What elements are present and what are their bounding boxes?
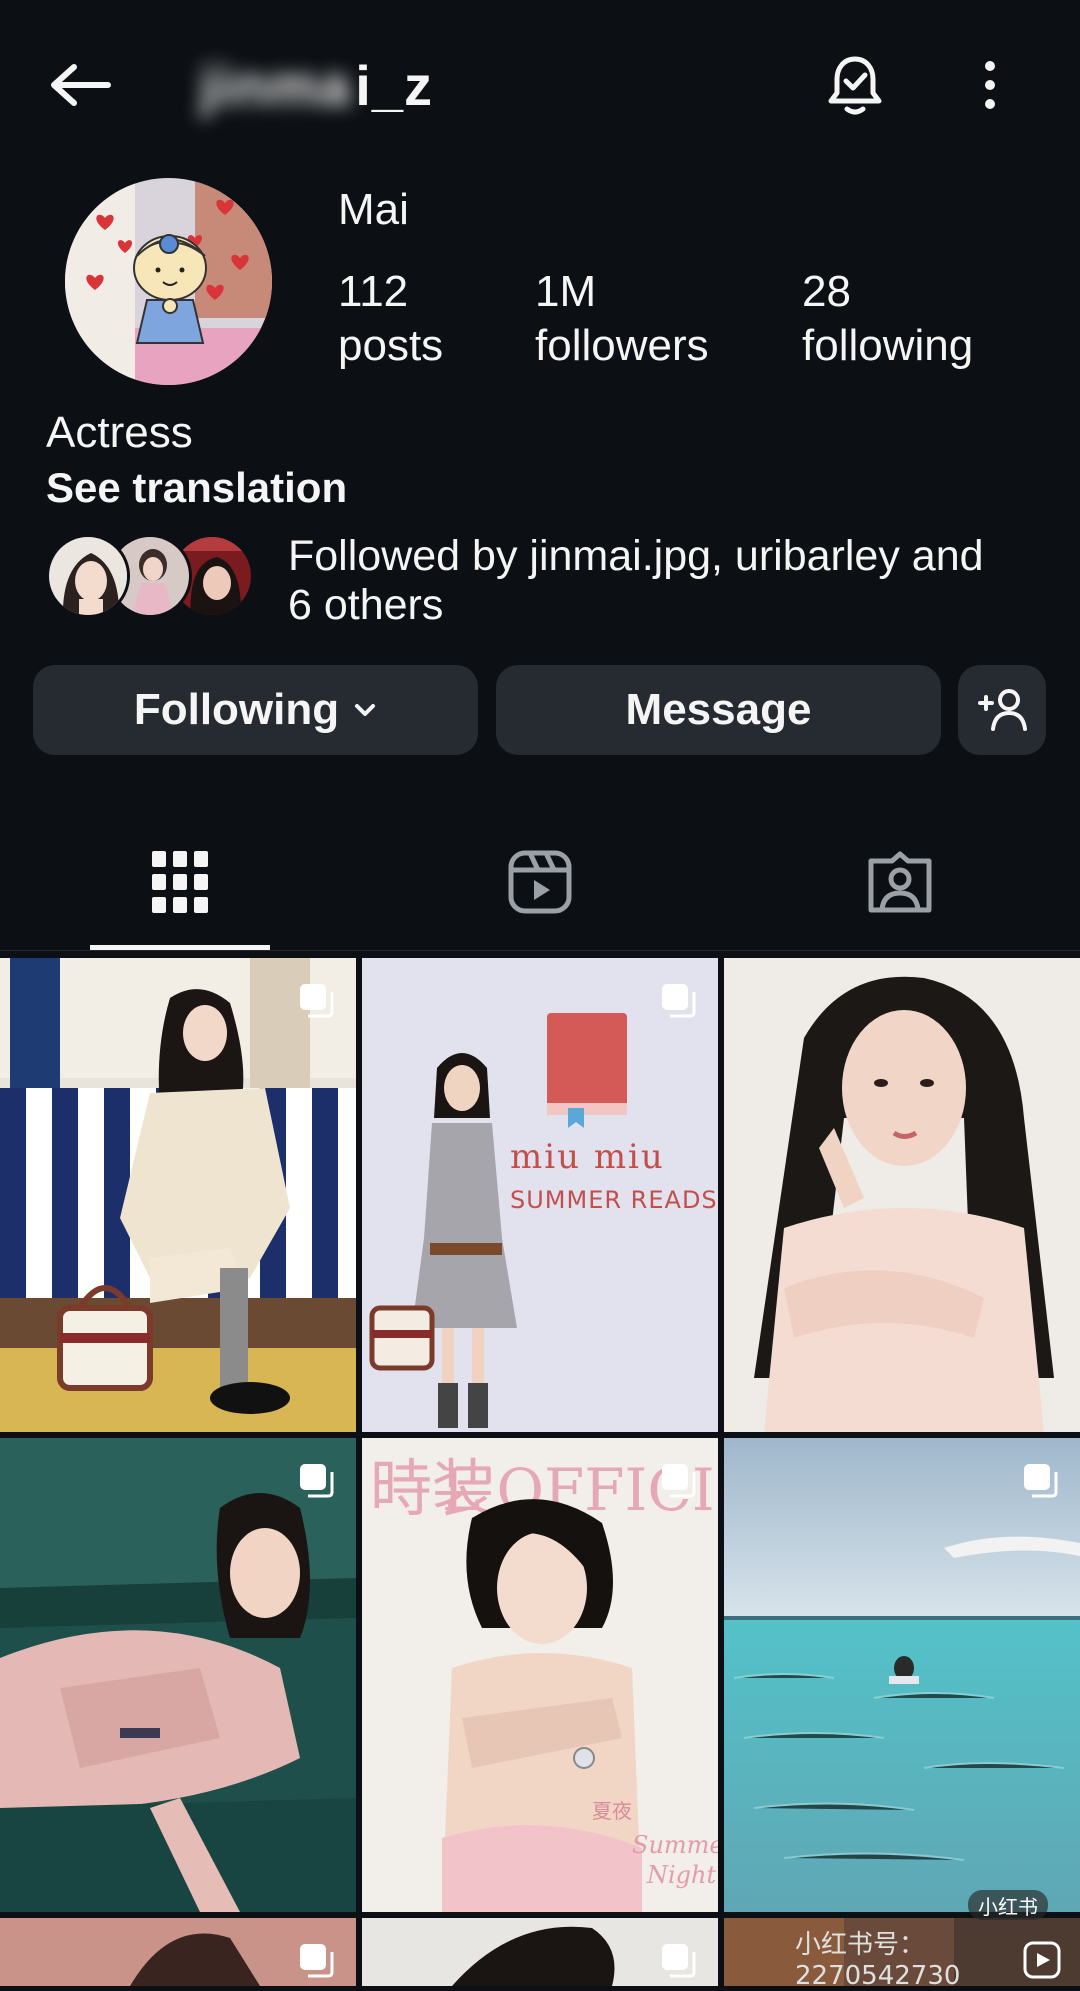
post5-cover-en1: Summer — [632, 1831, 718, 1859]
back-button[interactable] — [40, 50, 120, 120]
post2-subtitle: SUMMER READS — [510, 1186, 718, 1214]
carousel-icon — [300, 1464, 334, 1498]
message-button-label: Message — [625, 685, 812, 734]
tab-grid[interactable] — [90, 812, 270, 952]
xiaohongshu-badge: 小红书 — [968, 1890, 1048, 1920]
username: jinma i_z — [200, 45, 433, 125]
tab-reels[interactable] — [450, 812, 630, 952]
username-visible: i_z — [355, 53, 433, 117]
carousel-icon — [662, 1464, 696, 1498]
username-redacted: jinma — [200, 53, 352, 117]
more-options-button[interactable] — [950, 45, 1030, 125]
stat-posts-count: 112 — [338, 267, 409, 316]
tabs-divider — [0, 950, 1080, 951]
stat-followers-label: followers — [535, 321, 709, 370]
reels-icon — [508, 850, 572, 914]
post-tile-2[interactable]: miu miu SUMMER READS — [362, 958, 718, 1432]
mutual-followers-text[interactable]: Followed by jinmai.jpg, uribarley and 6 … — [288, 532, 1080, 630]
carousel-icon — [662, 1944, 696, 1978]
carousel-icon — [1024, 1464, 1058, 1498]
carousel-icon — [300, 984, 334, 1018]
more-vertical-icon — [985, 61, 995, 109]
chevron-down-icon — [353, 702, 377, 718]
mutual-followers[interactable]: Followed by jinmai.jpg, uribarley and 6 … — [46, 532, 1046, 632]
post-tile-3[interactable] — [724, 958, 1080, 1432]
post2-brand: miu miu — [510, 1137, 665, 1177]
profile-avatar[interactable] — [65, 178, 272, 385]
post-tile-4[interactable] — [0, 1438, 356, 1912]
post-tile-8[interactable] — [362, 1918, 718, 1986]
following-button-label: Following — [133, 685, 340, 734]
post5-cover-cn: 夏夜 — [592, 1799, 632, 1823]
carousel-icon — [662, 984, 696, 1018]
carousel-icon — [300, 1944, 334, 1978]
stat-posts[interactable]: 112 posts — [338, 265, 443, 373]
stat-posts-label: posts — [338, 321, 444, 370]
stat-following-count: 28 — [802, 267, 851, 316]
bell-check-icon — [828, 56, 882, 115]
post-tile-1[interactable] — [0, 958, 356, 1432]
display-name: Mai — [338, 185, 409, 234]
add-person-icon — [978, 689, 1027, 731]
stat-following-label: following — [802, 321, 974, 370]
post-tile-5[interactable]: 時装 L'OFFICIEL 夏夜 Summer Night — [362, 1438, 718, 1912]
post-tile-7[interactable] — [0, 1918, 356, 1986]
message-button[interactable]: Message — [496, 665, 941, 755]
profile-tabs — [0, 812, 1080, 952]
stat-followers-count: 1M — [535, 267, 597, 316]
suggest-users-button[interactable] — [958, 665, 1046, 755]
stat-following[interactable]: 28 following — [802, 265, 973, 373]
stat-followers[interactable]: 1M followers — [535, 265, 709, 373]
arrow-left-icon — [51, 64, 111, 106]
profile-header: jinma i_z — [0, 0, 1080, 170]
mutual-followers-line1: Followed by jinmai.jpg, uribarley and — [288, 532, 984, 580]
mutual-avatar-1[interactable] — [46, 534, 130, 618]
post5-cover-en2: Night — [646, 1861, 716, 1889]
mutual-followers-line2: 6 others — [288, 581, 444, 629]
xiaohongshu-watermark: 小红书号：2270542730 — [795, 1930, 961, 1991]
following-button[interactable]: Following — [33, 665, 478, 755]
tagged-icon — [868, 851, 932, 913]
notifications-bell-button[interactable] — [815, 45, 895, 125]
tab-tagged[interactable] — [810, 812, 990, 952]
see-translation-link[interactable]: See translation — [46, 464, 347, 512]
grid-icon — [152, 851, 208, 913]
post-tile-6[interactable] — [724, 1438, 1080, 1912]
bio-text: Actress — [46, 408, 193, 457]
